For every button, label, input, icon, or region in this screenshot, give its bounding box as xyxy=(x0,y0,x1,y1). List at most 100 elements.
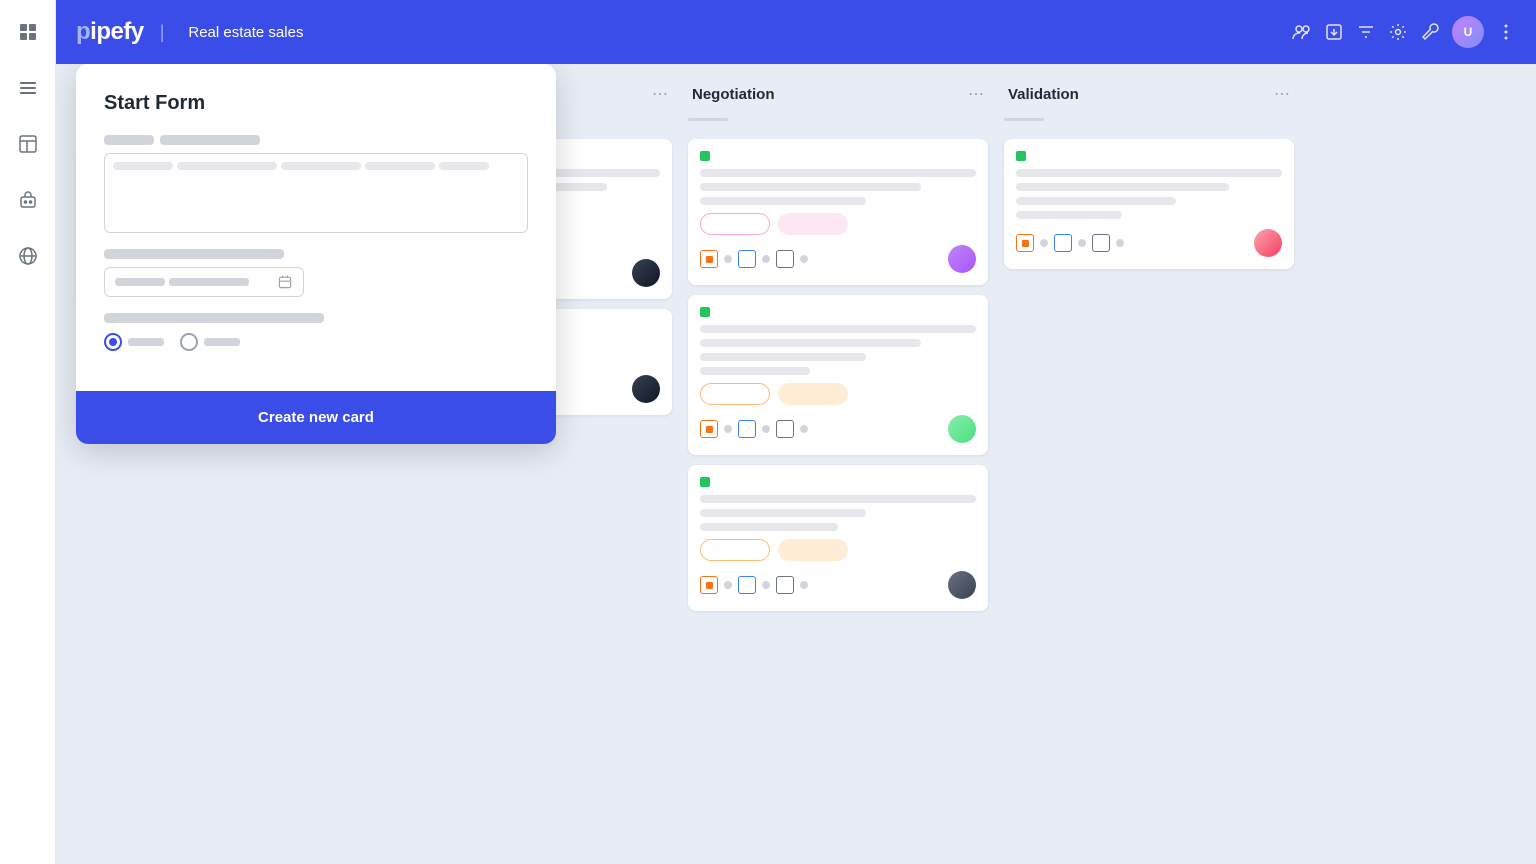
badge-outline-orange2 xyxy=(700,539,770,561)
card-line xyxy=(700,183,921,191)
badge-outline-orange xyxy=(700,383,770,405)
card-avatar xyxy=(948,245,976,273)
date-input-blocks xyxy=(115,278,269,286)
column-menu-negotiation[interactable]: ⋯ xyxy=(968,84,984,104)
card-negotiation-2 xyxy=(688,295,988,455)
radio-row xyxy=(104,333,528,351)
placeholder-block xyxy=(281,162,361,170)
card-icon-dot2 xyxy=(1078,239,1086,247)
radio-option-2[interactable] xyxy=(180,333,240,351)
card-icons xyxy=(700,250,808,268)
sidebar-icon-list[interactable] xyxy=(12,72,44,104)
wrench-icon[interactable] xyxy=(1420,22,1440,42)
card-line xyxy=(700,197,866,205)
card-line xyxy=(700,339,921,347)
card-icon xyxy=(738,250,756,268)
card-avatar xyxy=(632,259,660,287)
field1-label xyxy=(104,135,528,145)
form-section-date xyxy=(104,249,528,297)
card-icons xyxy=(700,420,808,438)
card-icon-cycle xyxy=(1092,234,1110,252)
card-icon-dot xyxy=(724,255,732,263)
card-icon-dot3 xyxy=(1116,239,1124,247)
card-line xyxy=(700,495,976,503)
column-underline-validation xyxy=(1004,118,1044,121)
card-line xyxy=(1016,169,1282,177)
card-footer xyxy=(700,571,976,599)
radio-button-empty[interactable] xyxy=(180,333,198,351)
card-footer xyxy=(1016,229,1282,257)
column-validation: Validation ⋯ xyxy=(1004,84,1294,844)
card-icons xyxy=(1016,234,1124,252)
topnav: pipefy | Real estate sales U xyxy=(56,0,1536,64)
sidebar-icon-table[interactable] xyxy=(12,128,44,160)
card-icon-dot2 xyxy=(762,255,770,263)
board-title: Real estate sales xyxy=(188,24,303,41)
sidebar-icon-grid[interactable] xyxy=(12,16,44,48)
users-icon[interactable] xyxy=(1292,22,1312,42)
card-line xyxy=(700,367,810,375)
filter-icon[interactable] xyxy=(1356,22,1376,42)
tag-green xyxy=(700,307,710,317)
import-icon[interactable] xyxy=(1324,22,1344,42)
field2-label xyxy=(104,249,284,259)
column-header-validation: Validation ⋯ xyxy=(1004,84,1294,104)
column-menu-listing[interactable]: ⋯ xyxy=(652,84,668,104)
date-block xyxy=(115,278,165,286)
column-underline-negotiation xyxy=(688,118,728,121)
column-title-validation: Validation xyxy=(1008,86,1266,103)
card-validation-1 xyxy=(1004,139,1294,269)
card-icon-cycle xyxy=(776,420,794,438)
form-textarea[interactable] xyxy=(104,153,528,233)
card-avatar xyxy=(1254,229,1282,257)
card-avatar xyxy=(632,375,660,403)
column-negotiation: Negotiation ⋯ xyxy=(688,84,988,844)
card-icon-dot2 xyxy=(762,581,770,589)
card-dots xyxy=(700,307,976,317)
topnav-right: U xyxy=(1292,16,1516,48)
settings-icon[interactable] xyxy=(1388,22,1408,42)
logo: pipefy xyxy=(76,18,144,46)
form-footer: Create new card xyxy=(76,391,556,444)
card-icon xyxy=(738,576,756,594)
nav-separator: | xyxy=(160,22,165,43)
card-line xyxy=(700,353,866,361)
card-icon-cycle xyxy=(776,576,794,594)
card-line xyxy=(700,169,976,177)
radio-inner xyxy=(109,338,117,346)
date-input[interactable] xyxy=(104,267,304,297)
card-icon xyxy=(738,420,756,438)
calendar-icon xyxy=(277,274,293,290)
card-icon xyxy=(700,576,718,594)
card-avatar xyxy=(948,415,976,443)
radio-button-selected[interactable] xyxy=(104,333,122,351)
placeholder-block xyxy=(365,162,435,170)
user-avatar[interactable]: U xyxy=(1452,16,1484,48)
card-negotiation-3 xyxy=(688,465,988,611)
card-icon xyxy=(700,420,718,438)
column-menu-validation[interactable]: ⋯ xyxy=(1274,84,1290,104)
card-line xyxy=(700,509,866,517)
tag-green xyxy=(1016,151,1026,161)
more-icon[interactable] xyxy=(1496,22,1516,42)
card-dots xyxy=(1016,151,1282,161)
placeholder-block xyxy=(113,162,173,170)
card-icon-dot3 xyxy=(800,255,808,263)
card-icon xyxy=(1054,234,1072,252)
label-block-short xyxy=(104,135,154,145)
sidebar-icon-globe[interactable] xyxy=(12,240,44,272)
column-header-negotiation: Negotiation ⋯ xyxy=(688,84,988,104)
label-block-long xyxy=(160,135,260,145)
sidebar-icon-bot[interactable] xyxy=(12,184,44,216)
card-line xyxy=(1016,197,1176,205)
date-block xyxy=(169,278,249,286)
card-footer xyxy=(700,245,976,273)
card-icon-dot xyxy=(1040,239,1048,247)
card-line xyxy=(1016,211,1122,219)
column-title-negotiation: Negotiation xyxy=(692,86,960,103)
card-icon-dot xyxy=(724,425,732,433)
placeholder-block xyxy=(439,162,489,170)
radio-option-1[interactable] xyxy=(104,333,164,351)
tag-green xyxy=(700,477,710,487)
create-new-card-button[interactable]: Create new card xyxy=(258,409,374,426)
